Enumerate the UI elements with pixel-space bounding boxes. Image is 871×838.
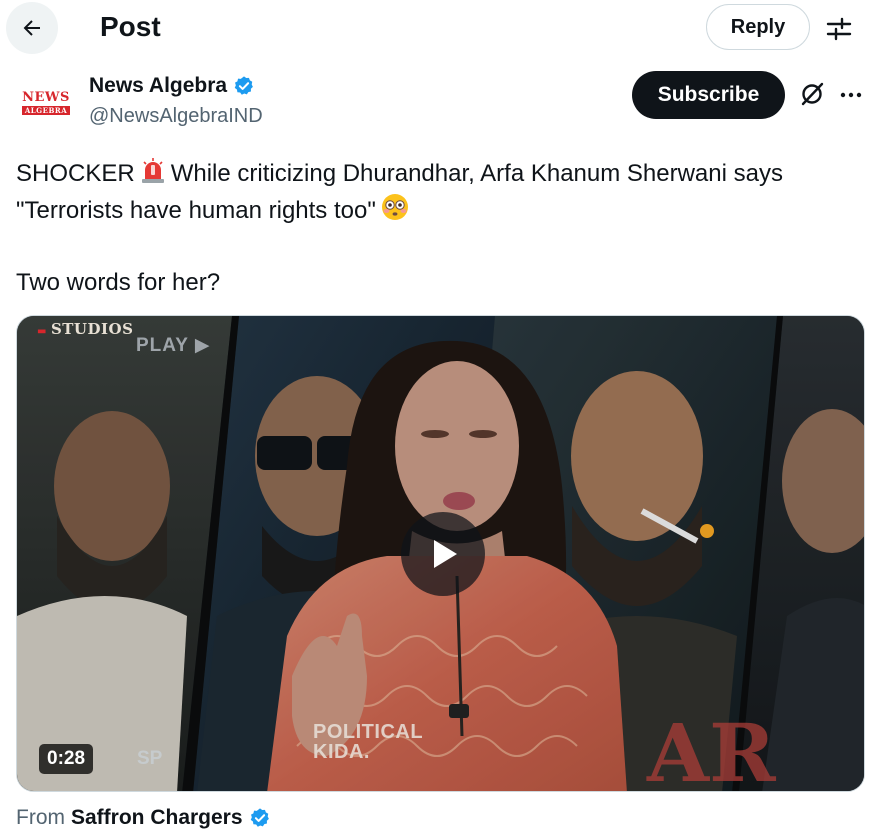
post-author: NEWS ALGEBRA News Algebra @NewsAlgebraIN… bbox=[0, 66, 871, 132]
post-line2: "Terrorists have human rights too" bbox=[16, 197, 376, 224]
avatar-text-line1: NEWS bbox=[22, 90, 70, 105]
watermark-line1: POLITICAL bbox=[313, 721, 424, 743]
post-line1-a: SHOCKER bbox=[16, 160, 135, 187]
subscribe-button[interactable]: Subscribe bbox=[632, 71, 785, 119]
more-horizontal-icon[interactable] bbox=[838, 82, 864, 108]
arrow-left-icon bbox=[23, 20, 40, 36]
avatar[interactable]: NEWS ALGEBRA bbox=[21, 83, 71, 123]
video-duration: 0:28 bbox=[39, 744, 94, 774]
studios-text: STUDIOS bbox=[50, 320, 134, 338]
studios-label: ▬ STUDIOS bbox=[37, 320, 134, 338]
author-name: News Algebra bbox=[89, 74, 228, 97]
video-player[interactable]: AR ▬ STUDIOS PLAY ▶ SP POLITICAL KIDA. 0… bbox=[16, 315, 865, 792]
post-line3: Two words for her? bbox=[16, 269, 221, 296]
post-line1-b: While criticizing Dhurandhar, Arfa Khanu… bbox=[170, 160, 783, 187]
avatar-text-line2: ALGEBRA bbox=[21, 106, 71, 115]
post-text: SHOCKER While criticizing Dhurandhar, Arf… bbox=[16, 156, 866, 301]
flushed-face-emoji-icon bbox=[381, 194, 408, 220]
verified-badge-icon bbox=[234, 76, 254, 95]
page-title: Post bbox=[100, 11, 161, 42]
author-handle[interactable]: @NewsAlgebraIND bbox=[89, 105, 263, 128]
watermark-line2: KIDA. bbox=[313, 741, 370, 763]
play-label: PLAY ▶ bbox=[136, 334, 211, 357]
play-triangle-icon: ▶ bbox=[194, 335, 211, 356]
verified-badge-icon bbox=[250, 808, 269, 827]
sliders-icon[interactable] bbox=[825, 15, 853, 43]
police-light-emoji-icon bbox=[141, 158, 164, 183]
reply-button[interactable]: Reply bbox=[706, 4, 810, 50]
play-icon bbox=[434, 540, 457, 568]
play-label-text: PLAY bbox=[136, 335, 189, 356]
from-community: From Saffron Chargers bbox=[16, 806, 271, 830]
play-button[interactable] bbox=[401, 512, 485, 596]
from-name-link[interactable]: Saffron Chargers bbox=[71, 806, 243, 830]
video-watermark: POLITICAL KIDA. bbox=[313, 722, 423, 762]
sp-label: SP bbox=[137, 748, 163, 769]
back-button[interactable] bbox=[6, 2, 58, 54]
grok-icon[interactable] bbox=[799, 81, 825, 107]
from-prefix: From bbox=[16, 806, 65, 829]
top-bar: Post Reply bbox=[0, 0, 871, 60]
author-name-row[interactable]: News Algebra bbox=[89, 74, 255, 98]
